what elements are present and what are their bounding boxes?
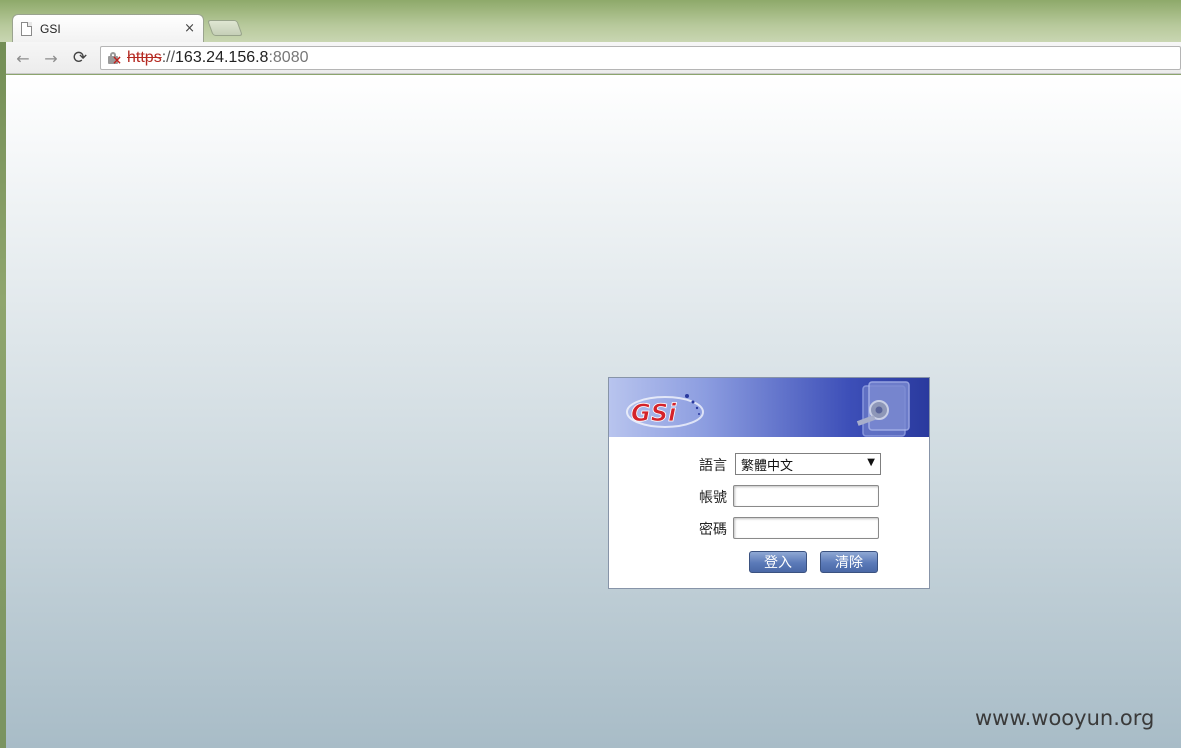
account-input[interactable] bbox=[733, 485, 879, 507]
browser-toolbar: ← → ⟳ × https://163.24.156.8:8080 bbox=[6, 42, 1181, 74]
back-icon[interactable]: ← bbox=[12, 48, 34, 68]
forward-icon[interactable]: → bbox=[40, 48, 62, 68]
login-form: 語言 繁體中文 ▼ 帳號 密碼 登入 清除 bbox=[609, 437, 929, 587]
tab-title: GSI bbox=[40, 21, 61, 36]
account-label: 帳號 bbox=[699, 490, 727, 506]
password-input[interactable] bbox=[733, 517, 879, 539]
broken-lock-icon[interactable]: × bbox=[107, 51, 122, 66]
logo-text: GSi bbox=[631, 399, 677, 427]
close-icon[interactable]: × bbox=[184, 21, 195, 36]
url-host: 163.24.156.8 bbox=[175, 49, 269, 66]
new-tab-button[interactable] bbox=[207, 20, 243, 36]
page-content: GSi 語言 繁體中文 ▼ 帳號 密碼 登入 清除 bbox=[6, 75, 1181, 748]
language-select[interactable]: 繁體中文 ▼ bbox=[735, 453, 881, 475]
language-label: 語言 bbox=[699, 458, 727, 474]
chevron-down-icon: ▼ bbox=[867, 457, 875, 468]
page-icon bbox=[21, 21, 32, 36]
watermark: www.wooyun.org bbox=[975, 706, 1155, 730]
url-port: :8080 bbox=[268, 49, 309, 66]
password-label: 密碼 bbox=[699, 522, 727, 538]
url-separator: :// bbox=[161, 49, 176, 66]
url-text: https://163.24.156.8:8080 bbox=[127, 49, 309, 67]
gsi-logo: GSi bbox=[626, 394, 704, 428]
language-selected-value: 繁體中文 bbox=[741, 458, 794, 474]
reload-icon[interactable]: ⟳ bbox=[69, 48, 91, 68]
url-scheme: https bbox=[127, 49, 162, 66]
browser-titlebar: GSI × bbox=[0, 0, 1181, 42]
address-bar[interactable]: × https://163.24.156.8:8080 bbox=[100, 46, 1181, 70]
folder-key-icon bbox=[856, 381, 910, 437]
clear-button[interactable]: 清除 bbox=[820, 551, 878, 573]
login-banner: GSi bbox=[609, 378, 929, 437]
browser-tab[interactable]: GSI × bbox=[12, 14, 204, 42]
login-button[interactable]: 登入 bbox=[749, 551, 807, 573]
login-panel: GSi 語言 繁體中文 ▼ 帳號 密碼 登入 清除 bbox=[608, 377, 930, 589]
